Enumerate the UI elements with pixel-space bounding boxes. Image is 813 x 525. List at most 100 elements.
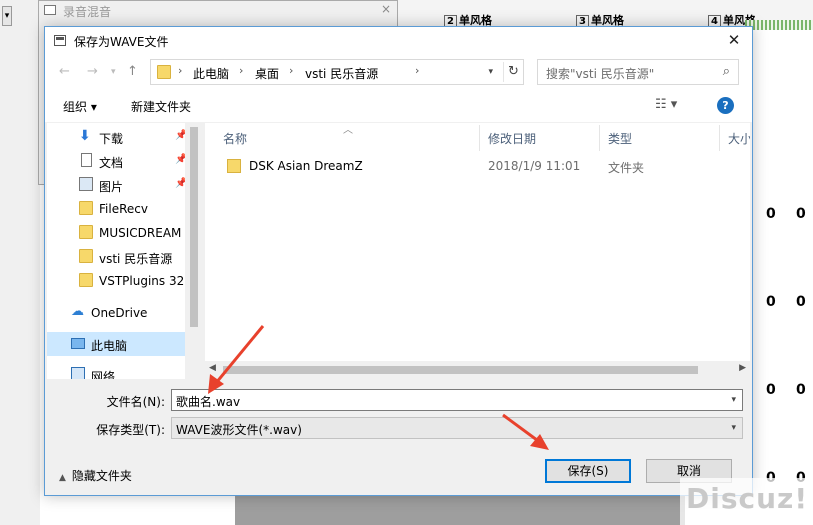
breadcrumb-separator: › [289,64,294,77]
breadcrumb-this-pc[interactable]: 此电脑 [193,65,229,82]
close-button[interactable]: ✕ [724,30,744,50]
command-toolbar: 组织 ▾ 新建文件夹 ☷ ▾ ? [45,89,752,123]
nav-item-label: vsti 民乐音源 [99,252,173,266]
horizontal-scrollbar-thumb[interactable] [223,366,698,374]
nav-item-onedrive[interactable]: ☁ OneDrive [47,301,187,325]
document-icon [81,153,92,167]
file-modified: 2018/1/9 11:01 [488,159,581,173]
filetype-value: WAVE波形文件(*.wav) [176,423,302,437]
filetype-dropdown-icon[interactable]: ▾ [731,423,736,433]
nav-item-pictures[interactable]: 图片 📌 [47,173,187,197]
nav-item-label: OneDrive [91,306,148,320]
folder-icon [79,249,93,263]
organize-menu-button[interactable]: 组织 ▾ [63,98,97,115]
folder-icon [157,65,171,79]
background-level-meter-right [745,20,813,30]
new-folder-button[interactable]: 新建文件夹 [131,98,191,115]
background-value: 0 [796,382,806,398]
dialog-titlebar[interactable]: 保存为WAVE文件 ✕ [45,27,752,55]
recent-locations-icon[interactable]: ▾ [111,67,116,77]
horizontal-scrollbar[interactable]: ◀ ▶ [205,361,750,379]
up-arrow-icon[interactable]: ↑ [127,64,138,79]
background-value: 0 [796,206,806,222]
nav-item-vsti-folder[interactable]: vsti 民乐音源 [47,245,187,269]
help-icon[interactable]: ? [717,97,734,114]
mixer-window-title: 录音混音 [63,5,112,19]
breadcrumb-desktop[interactable]: 桌面 [255,65,279,82]
chevron-up-icon: ▲ [59,473,66,483]
file-list-pane: ︿ 名称 修改日期 类型 大小 DSK Asian DreamZ 2018/1/… [205,123,750,379]
column-divider[interactable] [719,125,720,151]
download-icon: ⬇ [79,128,91,144]
view-options-icon[interactable]: ☷ ▾ [655,97,677,112]
nav-item-musicdream[interactable]: MUSICDREAM [47,221,187,245]
file-type: 文件夹 [608,161,645,175]
onedrive-icon: ☁ [71,304,84,319]
background-value: 0 [766,294,776,310]
pictures-icon [79,177,93,191]
column-divider[interactable] [479,125,480,151]
search-box[interactable]: 搜索"vsti 民乐音源" ⌕ [537,59,739,85]
search-icon[interactable]: ⌕ [723,64,730,79]
column-header-modified[interactable]: 修改日期 [488,123,536,153]
back-arrow-icon[interactable]: ← [59,64,70,79]
scroll-left-icon[interactable]: ◀ [209,363,216,373]
file-row[interactable]: DSK Asian DreamZ 2018/1/9 11:01 文件夹 [205,153,750,179]
save-dialog-icon [54,35,66,46]
this-pc-icon [71,338,85,349]
column-header-name[interactable]: 名称 [223,123,247,153]
nav-item-label: 图片 [99,180,124,194]
search-placeholder: 搜索"vsti 民乐音源" [546,67,655,81]
refresh-icon[interactable]: ↻ [503,62,523,82]
nav-item-documents[interactable]: 文档 📌 [47,149,187,173]
save-button[interactable]: 保存(S) [545,459,631,483]
background-dropdown-button[interactable]: ▾ [2,6,12,26]
nav-item-label: 此电脑 [91,339,128,353]
forward-arrow-icon[interactable]: → [87,64,98,79]
nav-item-label: 文档 [99,156,124,170]
folder-icon [227,159,241,173]
background-value: 0 [766,206,776,222]
filename-value: 歌曲名.wav [176,395,241,409]
breadcrumb-separator: › [239,64,244,77]
navigation-scrollbar-thumb[interactable] [190,127,198,327]
folder-icon [79,225,93,239]
filename-input[interactable]: 歌曲名.wav ▾ [171,389,743,411]
nav-item-label: VSTPlugins 32 [99,274,185,288]
folder-icon [79,273,93,287]
nav-item-filerecv[interactable]: FileRecv [47,197,187,221]
breadcrumb-current-folder[interactable]: vsti 民乐音源 [305,65,378,82]
column-divider[interactable] [599,125,600,151]
navigation-row: ← → ▾ ↑ › 此电脑 › 桌面 › vsti 民乐音源 › ▾ ↻ 搜索"… [45,55,752,89]
navigation-pane: ⬇ 下载 📌 文档 📌 图片 📌 FileRecv MUSICDREAM vst… [47,123,201,379]
filename-dropdown-icon[interactable]: ▾ [731,395,736,405]
hide-folders-label: 隐藏文件夹 [71,469,132,483]
scroll-right-icon[interactable]: ▶ [739,363,746,373]
nav-item-network[interactable]: 网络 [47,363,187,379]
sort-ascending-icon: ︿ [343,125,353,136]
nav-item-label: 网络 [91,370,116,379]
address-dropdown-icon[interactable]: ▾ [488,67,493,77]
nav-item-vstplugins[interactable]: VSTPlugins 32 [47,269,187,293]
column-header-type[interactable]: 类型 [608,123,632,153]
column-header-size[interactable]: 大小 [728,123,750,153]
background-value: 0 [796,294,806,310]
hide-folders-toggle[interactable]: ▲ 隐藏文件夹 [59,467,132,484]
filetype-label: 保存类型(T): [96,423,165,437]
mixer-window-icon [44,5,56,15]
address-bar[interactable]: › 此电脑 › 桌面 › vsti 民乐音源 › ▾ ↻ [150,59,524,85]
filetype-select[interactable]: WAVE波形文件(*.wav) ▾ [171,417,743,439]
background-left-panel: ▾ [0,0,40,525]
file-name: DSK Asian DreamZ [249,159,363,173]
network-icon [71,367,85,379]
breadcrumb-separator: › [415,64,420,77]
save-wave-dialog: 保存为WAVE文件 ✕ ← → ▾ ↑ › 此电脑 › 桌面 › vsti 民乐… [44,26,753,496]
mixer-close-icon[interactable]: × [381,2,391,16]
nav-item-downloads[interactable]: ⬇ 下载 📌 [47,125,187,149]
filename-label: 文件名(N): [106,395,165,409]
breadcrumb-separator: › [178,64,183,77]
background-value: 0 [766,382,776,398]
nav-item-label: MUSICDREAM [99,226,182,240]
nav-item-this-pc[interactable]: 此电脑 [47,332,187,356]
nav-item-label: FileRecv [99,202,148,216]
